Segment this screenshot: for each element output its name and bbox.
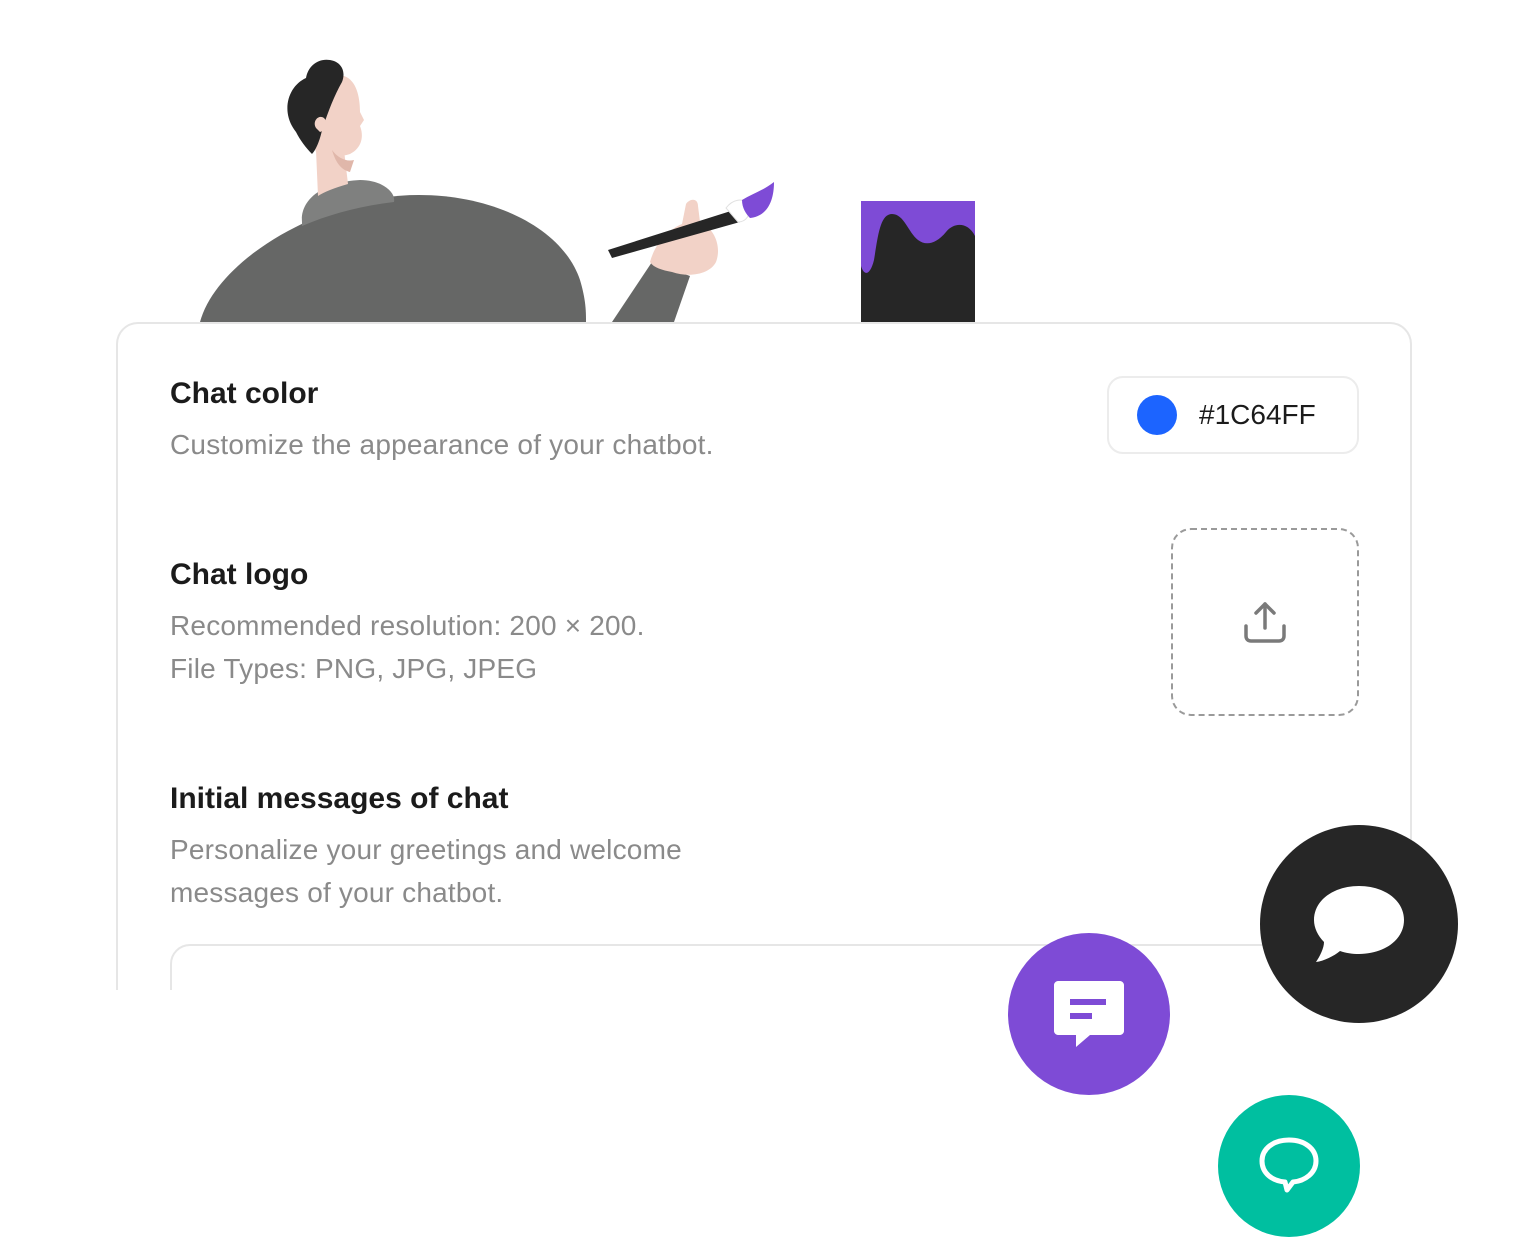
message-lines-icon	[1054, 981, 1124, 1047]
chat-launcher-dark[interactable]	[1260, 825, 1458, 1023]
initial-messages-description-line1: Personalize your greetings and welcome	[170, 834, 682, 865]
initial-messages-description-line2: messages of your chatbot.	[170, 877, 504, 908]
chat-logo-resolution: Recommended resolution: 200 × 200.	[170, 610, 645, 641]
chat-color-description: Customize the appearance of your chatbot…	[170, 429, 714, 460]
upload-icon	[1244, 602, 1286, 643]
painter-illustration	[200, 59, 975, 325]
chat-color-picker[interactable]: #1C64FF	[1107, 376, 1359, 454]
speech-bubble-icon	[1314, 886, 1404, 962]
chat-outline-icon	[1259, 1137, 1319, 1193]
color-hex-value: #1C64FF	[1199, 399, 1316, 430]
painter-body	[200, 194, 586, 322]
color-swatch[interactable]	[1137, 395, 1177, 435]
chat-color-title: Chat color	[170, 377, 319, 410]
chat-launcher-purple[interactable]	[1008, 933, 1170, 1095]
chat-logo-file-types: File Types: PNG, JPG, JPEG	[170, 653, 538, 684]
chat-launcher-teal[interactable]	[1218, 1095, 1360, 1237]
paintbrush-tip	[742, 182, 774, 218]
initial-messages-title: Initial messages of chat	[170, 782, 509, 815]
card-fade	[100, 990, 1440, 1070]
chat-logo-title: Chat logo	[170, 558, 309, 591]
logo-upload-dropzone[interactable]	[1171, 528, 1359, 716]
